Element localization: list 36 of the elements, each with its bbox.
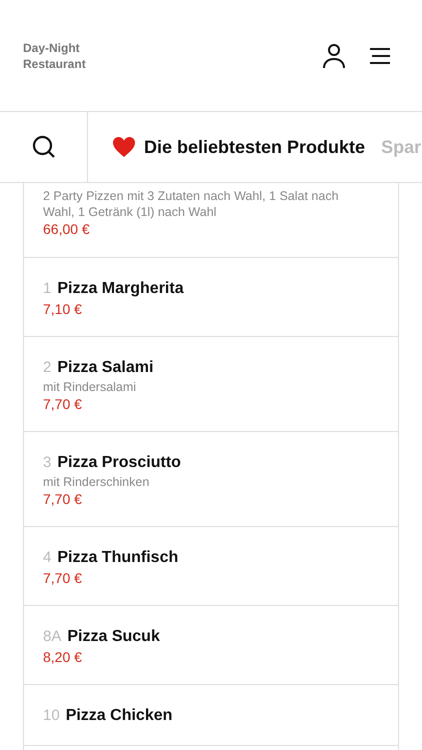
product-name: Pizza Salami	[57, 358, 154, 378]
product-price: 8,20 €	[43, 648, 83, 666]
product-card[interactable]: 3 Pizza Prosciutto mit Rinderschinken 7,70 €	[24, 432, 398, 527]
menu-button[interactable]	[368, 48, 390, 64]
product-number: 8A	[43, 627, 62, 647]
product-description: mit Rinderschinken	[43, 474, 150, 490]
product-name: Pizza Sucuk	[67, 627, 160, 647]
product-number: 10	[43, 706, 60, 726]
product-card[interactable]: 2 Pizza Salami mit Rindersalami 7,70 €	[24, 337, 398, 432]
product-description: 2 Party Pizzen mit 3 Zutaten nach Wahl, 1 Salat nach Wahl, 1 Getränk (1l) nach Wahl	[43, 188, 340, 220]
heart-icon	[112, 136, 136, 158]
product-price: 7,70 €	[43, 395, 83, 413]
product-number: 4	[43, 548, 52, 568]
account-button[interactable]	[322, 42, 346, 68]
product-card[interactable]: 4 Pizza Thunfisch 7,70 €	[24, 527, 398, 606]
product-card[interactable]: 2 Party Pizzen mit 3 Zutaten nach Wahl, 1 Salat nach Wahl, 1 Getränk (1l) nach Wahl 66,00 €	[24, 183, 398, 258]
restaurant-name: Day-Night Restaurant	[23, 40, 87, 72]
product-name: Pizza Prosciutto	[57, 453, 181, 473]
product-price: 7,70 €	[43, 490, 83, 508]
product-card[interactable]: 8A Pizza Sucuk 8,20 €	[24, 606, 398, 685]
product-name: Pizza Chicken	[66, 706, 172, 726]
search-icon	[32, 135, 56, 159]
product-name: Pizza Thunfisch	[57, 548, 178, 568]
user-icon	[322, 42, 346, 68]
product-card[interactable]: 1 Pizza Margherita 7,10 €	[24, 258, 398, 337]
product-price: 66,00 €	[43, 220, 91, 238]
product-card[interactable]: 10 Pizza Chicken	[24, 685, 398, 746]
category-tab[interactable]: Die beliebtesten Produkte	[112, 134, 366, 160]
menu-icon	[368, 48, 390, 64]
product-price: 7,70 €	[43, 569, 83, 587]
product-price: 7,10 €	[43, 300, 83, 318]
product-name: Pizza Margherita	[57, 279, 184, 299]
product-number: 1	[43, 279, 52, 299]
product-description: mit Rindersalami	[43, 379, 138, 395]
product-number: 3	[43, 453, 52, 473]
product-number: 2	[43, 358, 52, 378]
